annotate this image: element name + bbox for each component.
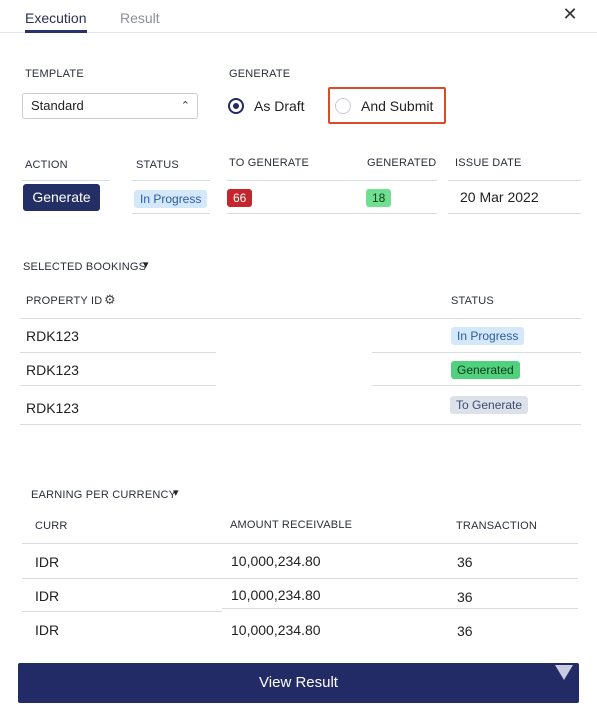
as-draft-radio[interactable] bbox=[228, 98, 244, 114]
row-divider bbox=[448, 213, 581, 214]
row-divider bbox=[22, 578, 578, 579]
generate-button[interactable]: Generate bbox=[23, 184, 100, 211]
issue-date-value: 20 Mar 2022 bbox=[460, 189, 539, 205]
selected-bookings-title: SELECTED BOOKINGS bbox=[23, 261, 147, 273]
row-divider bbox=[20, 352, 216, 353]
currency-cell: IDR bbox=[35, 554, 60, 570]
row-divider bbox=[372, 385, 581, 386]
row-divider bbox=[372, 352, 581, 353]
status-badge: To Generate bbox=[450, 396, 529, 414]
tab-execution[interactable]: Execution bbox=[25, 10, 86, 26]
row-divider bbox=[22, 611, 222, 612]
generated-count-badge: 18 bbox=[366, 189, 392, 207]
transaction-cell: 36 bbox=[457, 589, 473, 605]
row-divider bbox=[22, 543, 578, 544]
row-divider bbox=[20, 318, 581, 319]
property-id-cell: RDK123 bbox=[26, 328, 79, 344]
status-badge: In Progress bbox=[134, 190, 208, 208]
row-divider bbox=[20, 385, 216, 386]
tab-result[interactable]: Result bbox=[120, 10, 160, 26]
row-divider bbox=[132, 213, 210, 214]
row-divider bbox=[22, 180, 110, 181]
col-header-property-id: PROPERTY ID bbox=[26, 295, 103, 307]
col-header-issue-date: ISSUE DATE bbox=[455, 157, 522, 169]
view-result-label: View Result bbox=[259, 674, 338, 691]
status-badge: In Progress bbox=[451, 327, 525, 345]
property-id-cell: RDK123 bbox=[26, 400, 79, 416]
transaction-cell: 36 bbox=[457, 554, 473, 570]
row-divider bbox=[448, 180, 581, 181]
to-generate-count-badge: 66 bbox=[227, 189, 253, 207]
tab-bar: Execution Result ✕ bbox=[0, 0, 597, 33]
row-divider bbox=[227, 180, 437, 181]
row-divider bbox=[222, 608, 578, 609]
amount-cell: 10,000,234.80 bbox=[231, 587, 321, 603]
template-select[interactable]: Standard ⌃ bbox=[22, 93, 198, 119]
currency-cell: IDR bbox=[35, 588, 60, 604]
row-divider bbox=[132, 180, 210, 181]
col-header-amount: AMOUNT RECEIVABLE bbox=[230, 519, 353, 531]
currency-cell: IDR bbox=[35, 622, 60, 638]
amount-cell: 10,000,234.80 bbox=[231, 553, 321, 569]
earning-per-currency-title: EARNING PER CURRENCY bbox=[31, 489, 177, 501]
row-divider bbox=[227, 213, 437, 214]
amount-cell: 10,000,234.80 bbox=[231, 622, 321, 638]
col-header-generated: GENERATED bbox=[367, 157, 437, 169]
active-tab-indicator bbox=[25, 30, 87, 33]
transaction-cell: 36 bbox=[457, 623, 473, 639]
col-header-curr: CURR bbox=[35, 520, 68, 532]
view-result-button[interactable]: View Result bbox=[18, 663, 579, 703]
col-header-to-generate: TO GENERATE bbox=[229, 157, 310, 169]
and-submit-radio[interactable] bbox=[335, 98, 351, 114]
chevron-down-icon[interactable]: ▾ bbox=[173, 486, 179, 499]
template-select-value: Standard bbox=[31, 98, 84, 113]
col-header-transaction: TRANSACTION bbox=[456, 520, 538, 532]
and-submit-label: And Submit bbox=[361, 98, 434, 114]
template-label: TEMPLATE bbox=[25, 68, 84, 80]
gear-icon[interactable]: ⚙ bbox=[104, 292, 116, 308]
row-divider bbox=[20, 424, 581, 425]
chevron-down-icon[interactable]: ▾ bbox=[143, 258, 149, 271]
chevron-updown-icon: ⌃ bbox=[180, 100, 190, 112]
status-badge: Generated bbox=[451, 361, 520, 379]
close-icon[interactable]: ✕ bbox=[560, 4, 580, 24]
col-header-action: ACTION bbox=[25, 159, 68, 171]
col-header-status: STATUS bbox=[136, 159, 179, 171]
corner-triangle-icon bbox=[555, 665, 573, 680]
as-draft-label: As Draft bbox=[254, 98, 305, 114]
col-header-booking-status: STATUS bbox=[451, 295, 494, 307]
generate-label: GENERATE bbox=[229, 68, 291, 80]
property-id-cell: RDK123 bbox=[26, 362, 79, 378]
